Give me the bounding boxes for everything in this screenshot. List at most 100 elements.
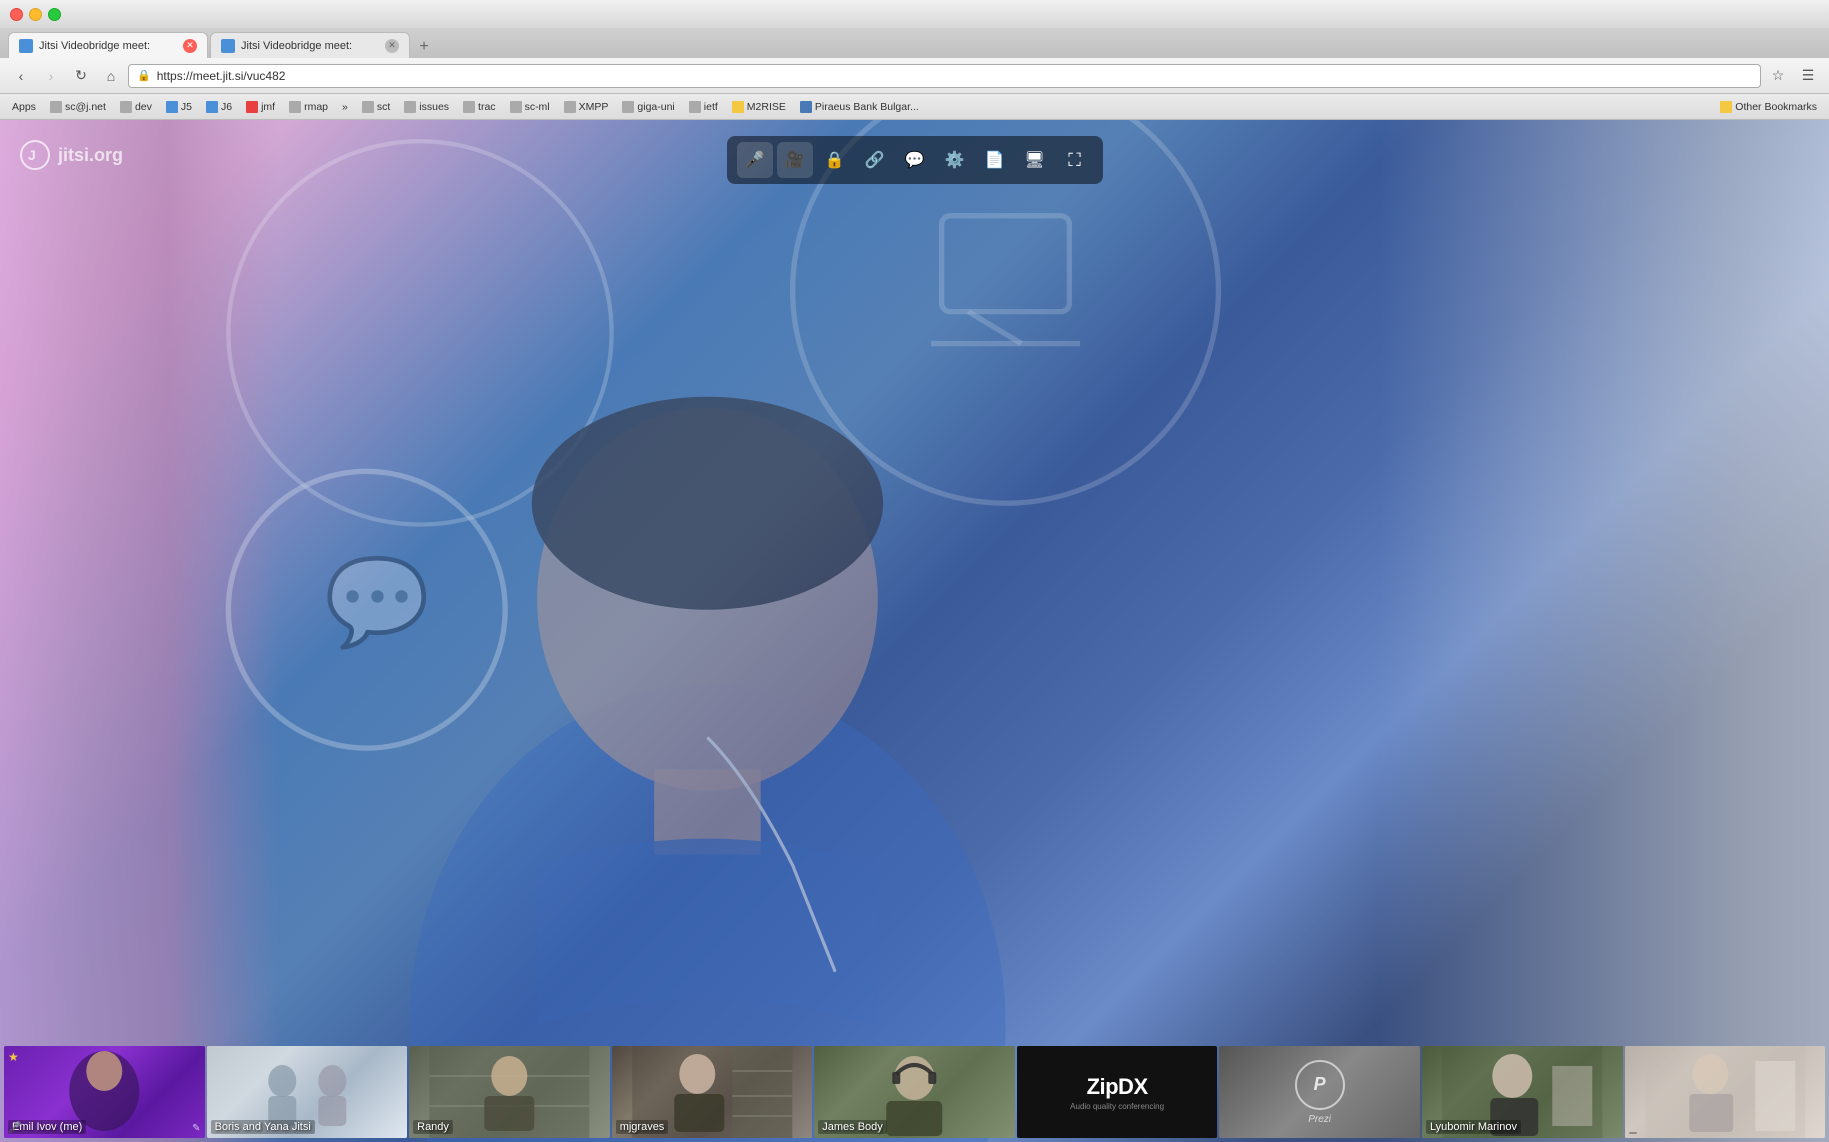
ssl-lock-icon: 🔒 [137,69,151,82]
fullscreen-button[interactable]: ⛶ [1057,142,1093,178]
camera-icon: 🎥 [785,150,805,170]
jitsi-logo: J jitsi.org [20,140,123,170]
settings-button[interactable]: ☰ [1795,64,1821,88]
unknown-video-art [1625,1046,1826,1138]
bookmark-sct[interactable]: sct [356,97,396,117]
prezi-circle: P [1295,1060,1345,1110]
prezi-text: Prezi [1308,1114,1331,1125]
randy-label: Randy [413,1120,453,1134]
video-area: 💬 J jitsi.org [0,120,1829,1142]
bookmark-trac-icon [463,101,475,113]
bookmark-m2rise[interactable]: M2RISE [726,97,792,117]
prezi-p-letter: P [1314,1074,1326,1095]
bookmark-button[interactable]: ☆ [1765,64,1791,88]
bottom-left-status: 🎤 [8,1121,22,1134]
tab-1-close-button[interactable]: ✕ [183,39,197,53]
bookmark-piraeus[interactable]: Piraeus Bank Bulgar... [794,97,925,117]
screen-share-button[interactable]: 🖥 [1017,142,1053,178]
camera-button[interactable]: 🎥 [777,142,813,178]
tab-2[interactable]: Jitsi Videobridge meet: ✕ [210,32,410,58]
tab-2-close-button[interactable]: ✕ [385,39,399,53]
browser-chrome: Jitsi Videobridge meet: ✕ Jitsi Videobri… [0,0,1829,120]
bookmark-j6[interactable]: J6 [200,97,238,117]
bookmark-scml-label: sc-ml [525,101,550,113]
thumbnail-unknown[interactable] [1625,1046,1826,1138]
home-button[interactable]: ⌂ [98,64,124,88]
lyubomir-label: Lyubomir Marinov [1426,1120,1521,1134]
close-window-button[interactable] [10,8,23,21]
boris-label: Boris and Yana Jitsi [211,1120,315,1134]
bookmark-other-label: Other Bookmarks [1735,101,1817,113]
bookmark-xmpp-icon [564,101,576,113]
bookmark-dev-label: dev [135,101,152,113]
dial-button[interactable]: ⚙️ [937,142,973,178]
lock-button[interactable]: 🔒 [817,142,853,178]
doc-button[interactable]: 📄 [977,142,1013,178]
bookmark-rmap[interactable]: rmap [283,97,334,117]
bookmark-scml[interactable]: sc-ml [504,97,556,117]
thumbnail-mjgraves[interactable]: mjgraves [612,1046,813,1138]
bookmark-other[interactable]: Other Bookmarks [1714,97,1823,117]
jitsi-background-art: 💬 [0,120,1829,1142]
bookmark-scjnet[interactable]: sc@j.net [44,97,112,117]
bookmark-piraeus-label: Piraeus Bank Bulgar... [815,101,919,113]
bookmark-issues[interactable]: issues [398,97,455,117]
back-button[interactable]: ‹ [8,64,34,88]
bookmark-jmf-label: jmf [261,101,275,113]
tab-2-favicon [221,39,235,53]
unknown-label [1629,1132,1637,1134]
minimize-window-button[interactable] [29,8,42,21]
bookmark-j5[interactable]: J5 [160,97,198,117]
mic-status-icon: 🎤 [8,1122,22,1134]
bookmark-trac[interactable]: trac [457,97,502,117]
jitsi-logo-icon: J [20,140,50,170]
bookmark-arrows[interactable]: » [336,97,354,117]
thumbnail-jamesbody[interactable]: James Body [814,1046,1015,1138]
svg-text:J: J [28,147,36,163]
tab-1[interactable]: Jitsi Videobridge meet: ✕ [8,32,208,58]
maximize-window-button[interactable] [48,8,61,21]
bookmark-jmf[interactable]: jmf [240,97,281,117]
bookmark-j6-label: J6 [221,101,232,113]
bookmark-ietf[interactable]: ietf [683,97,724,117]
tab-1-title: Jitsi Videobridge meet: [39,40,177,52]
svg-text:💬: 💬 [324,553,430,650]
chat-button[interactable]: 💬 [897,142,933,178]
bookmark-gigauni-label: giga-uni [637,101,674,113]
bookmark-apps[interactable]: Apps [6,97,42,117]
bookmark-apps-label: Apps [12,101,36,113]
emiliv-star: ★ [8,1050,19,1064]
link-icon: 🔗 [865,150,885,170]
bookmark-ietf-label: ietf [704,101,718,113]
bookmark-gigauni[interactable]: giga-uni [616,97,680,117]
thumbnail-zipdx[interactable]: ZipDX Audio quality conferencing [1017,1046,1218,1138]
main-video[interactable]: 💬 J jitsi.org [0,120,1829,1142]
thumbnail-randy[interactable]: Randy [409,1046,610,1138]
bookmarks-bar: Apps sc@j.net dev J5 J6 jmf rmap » [0,94,1829,120]
bookmark-piraeus-icon [800,101,812,113]
bookmark-gigauni-icon [622,101,634,113]
bookmark-m2rise-icon [732,101,744,113]
thumbnail-strip: ★ Emil Ivov (me) ✎ Boris and Yana Jitsi [0,1042,1829,1142]
zipdx-logo-container: ZipDX Audio quality conferencing [1070,1074,1164,1111]
chat-icon: 💬 [905,150,925,170]
bookmark-scjnet-label: sc@j.net [65,101,106,113]
bookmark-jmf-icon [246,101,258,113]
tab-2-title: Jitsi Videobridge meet: [241,40,379,52]
new-tab-button[interactable]: + [412,36,436,58]
bookmark-ietf-icon [689,101,701,113]
link-button[interactable]: 🔗 [857,142,893,178]
bookmark-dev[interactable]: dev [114,97,158,117]
forward-button[interactable]: › [38,64,64,88]
bookmark-issues-label: issues [419,101,449,113]
bookmark-sct-icon [362,101,374,113]
bookmark-xmpp[interactable]: XMPP [558,97,615,117]
thumbnail-emiliv[interactable]: ★ Emil Ivov (me) ✎ [4,1046,205,1138]
reload-button[interactable]: ↻ [68,64,94,88]
thumbnail-prezi[interactable]: P Prezi [1219,1046,1420,1138]
thumbnail-boris[interactable]: Boris and Yana Jitsi [207,1046,408,1138]
address-bar[interactable]: 🔒 https://meet.jit.si/vuc482 [128,64,1761,88]
mic-button[interactable]: 🎤 [737,142,773,178]
bookmark-issues-icon [404,101,416,113]
thumbnail-lyubomir[interactable]: Lyubomir Marinov [1422,1046,1623,1138]
